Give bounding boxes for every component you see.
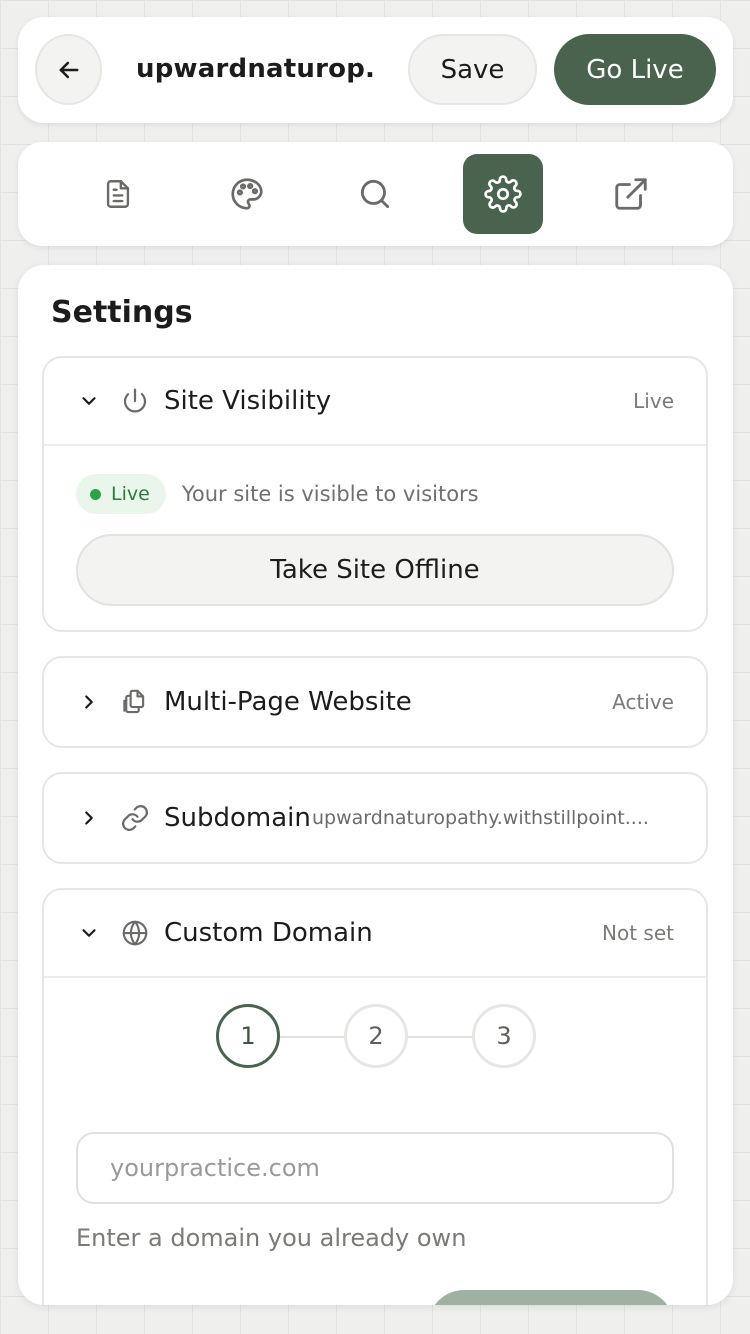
- link-icon: [122, 805, 148, 831]
- subdomain-card: Subdomain upwardnaturopathy.withstillpoi…: [42, 772, 708, 864]
- domain-input[interactable]: [76, 1132, 674, 1204]
- custom-domain-header[interactable]: Custom Domain Not set: [44, 890, 706, 978]
- step-1: 1: [216, 1004, 280, 1068]
- multi-page-title: Multi-Page Website: [164, 687, 412, 717]
- site-visibility-card: Site Visibility Live Live Your site is v…: [42, 356, 708, 632]
- gear-icon: [484, 175, 522, 213]
- subdomain-title: Subdomain: [164, 803, 311, 833]
- go-live-button[interactable]: Go Live: [554, 34, 716, 105]
- multi-page-card: Multi-Page Website Active: [42, 656, 708, 748]
- live-dot-icon: [90, 488, 101, 500]
- tool-pages[interactable]: [78, 154, 158, 234]
- domain-stepper: 1 2 3: [44, 1004, 706, 1070]
- subdomain-header[interactable]: Subdomain upwardnaturopathy.withstillpoi…: [44, 774, 706, 862]
- live-badge-label: Live: [111, 483, 150, 505]
- tool-preview[interactable]: [591, 154, 671, 234]
- search-icon: [360, 179, 390, 209]
- live-status-badge: Live: [76, 474, 166, 514]
- take-site-offline-button[interactable]: Take Site Offline: [76, 534, 674, 606]
- back-button[interactable]: [35, 34, 102, 105]
- pages-icon: [123, 689, 145, 714]
- visibility-status-row: Live Your site is visible to visitors: [76, 474, 479, 514]
- arrow-left-icon: [59, 61, 78, 78]
- multi-page-status: Active: [612, 690, 674, 714]
- chevron-right-icon: [85, 695, 93, 709]
- subdomain-value: upwardnaturopathy.withstillpoint....: [312, 807, 649, 829]
- top-bar: upwardnaturop... Save Go Live: [18, 17, 733, 123]
- document-icon: [106, 180, 130, 208]
- site-visibility-title: Site Visibility: [164, 386, 332, 416]
- domain-helper-text: Enter a domain you already own: [76, 1224, 467, 1252]
- step-connector: [280, 1036, 346, 1038]
- save-button[interactable]: Save: [408, 34, 537, 105]
- step-3: 3: [472, 1004, 536, 1068]
- palette-icon: [231, 178, 263, 210]
- custom-domain-card: Custom Domain Not set 1 2 3 Enter a doma…: [42, 888, 708, 1305]
- step-connector: [408, 1036, 474, 1038]
- site-visibility-status: Live: [633, 389, 674, 413]
- tool-design[interactable]: [207, 154, 287, 234]
- external-link-icon: [615, 178, 647, 210]
- custom-domain-title: Custom Domain: [164, 918, 373, 948]
- tool-seo[interactable]: [335, 154, 415, 234]
- chevron-down-icon: [82, 929, 96, 937]
- custom-domain-status: Not set: [602, 921, 674, 945]
- chevron-down-icon: [82, 397, 96, 405]
- site-visibility-header[interactable]: Site Visibility Live: [44, 358, 706, 446]
- continue-button[interactable]: [428, 1290, 674, 1305]
- site-name: upwardnaturop...: [136, 54, 376, 84]
- globe-icon: [122, 920, 148, 946]
- panel-title: Settings: [51, 295, 193, 330]
- multi-page-header[interactable]: Multi-Page Website Active: [44, 658, 706, 746]
- step-2: 2: [344, 1004, 408, 1068]
- settings-panel: Settings Site Visibility Live Live Your …: [18, 265, 733, 1305]
- visibility-message: Your site is visible to visitors: [181, 482, 479, 506]
- editor-toolbar: [18, 142, 733, 246]
- power-icon: [123, 388, 147, 413]
- chevron-right-icon: [85, 811, 93, 825]
- tool-settings[interactable]: [463, 154, 543, 234]
